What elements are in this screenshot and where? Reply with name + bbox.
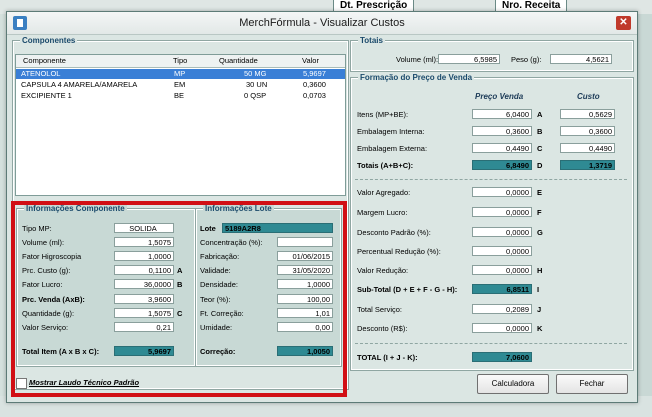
totais-volume-label: Volume (ml): bbox=[396, 55, 439, 64]
subtotal-field[interactable]: 6,8511 bbox=[472, 284, 532, 294]
col-tipo[interactable]: Tipo bbox=[173, 56, 187, 65]
list-item[interactable]: ATENOLOL MP 50 MG 5,9697 bbox=[16, 69, 345, 79]
letter-e: E bbox=[537, 188, 543, 197]
window-title: MerchFórmula - Visualizar Custos bbox=[239, 17, 405, 29]
title-bar[interactable]: MerchFórmula - Visualizar Custos ✕ bbox=[7, 12, 637, 35]
componentes-title: Componentes bbox=[20, 36, 78, 45]
valor-reducao-field[interactable]: 0,0000 bbox=[472, 265, 532, 275]
row-quantidade: 50 MG bbox=[244, 69, 267, 78]
col-valor[interactable]: Valor bbox=[302, 56, 319, 65]
visualizar-custos-dialog: MerchFórmula - Visualizar Custos ✕ Compo… bbox=[6, 11, 638, 403]
totais-abc-custo-field[interactable]: 1,3719 bbox=[560, 160, 615, 170]
total-final-field[interactable]: 7,0600 bbox=[472, 352, 532, 362]
totais-title: Totais bbox=[358, 36, 385, 45]
row-componente: ATENOLOL bbox=[21, 69, 61, 78]
background-right-panel bbox=[636, 14, 652, 417]
letter-c: C bbox=[537, 144, 543, 153]
row-componente: CAPSULA 4 AMARELA/AMARELA bbox=[21, 80, 138, 89]
emb-interna-custo-field[interactable]: 0,3600 bbox=[560, 126, 615, 136]
desconto-rs-label: Desconto (R$): bbox=[357, 324, 408, 333]
letter-g: G bbox=[537, 228, 543, 237]
row-quantidade: 30 UN bbox=[246, 80, 268, 89]
totais-peso-field[interactable]: 4,5621 bbox=[550, 54, 612, 64]
letter-k: K bbox=[537, 324, 543, 333]
emb-externa-venda-field[interactable]: 0,4490 bbox=[472, 143, 532, 153]
row-tipo: BE bbox=[174, 91, 185, 100]
itens-label: Itens (MP+BE): bbox=[357, 110, 409, 119]
emb-externa-label: Embalagem Externa: bbox=[357, 144, 428, 153]
laudo-label[interactable]: Mostrar Laudo Técnico Padrão bbox=[29, 378, 139, 387]
total-final-label: TOTAL (I + J - K): bbox=[357, 353, 418, 362]
list-item[interactable]: CAPSULA 4 AMARELA/AMARELA EM 30 UN 0,360… bbox=[16, 80, 345, 90]
list-header: Componente Tipo Quantidade Valor bbox=[16, 55, 345, 68]
row-valor: 5,9697 bbox=[303, 69, 326, 78]
letter-j: J bbox=[537, 305, 542, 314]
subtotal-label: Sub-Total (D + E + F - G - H): bbox=[357, 285, 458, 294]
total-servico-field[interactable]: 0,2089 bbox=[472, 304, 532, 314]
letter-i: I bbox=[537, 285, 540, 294]
row-tipo: MP bbox=[174, 69, 186, 78]
section-divider bbox=[355, 343, 627, 344]
totais-abc-venda-field[interactable]: 6,8490 bbox=[472, 160, 532, 170]
desconto-rs-field[interactable]: 0,0000 bbox=[472, 323, 532, 333]
highlight-box bbox=[11, 201, 347, 397]
row-valor: 0,3600 bbox=[303, 80, 326, 89]
laudo-checkbox[interactable] bbox=[16, 378, 27, 389]
row-tipo: EM bbox=[174, 80, 186, 89]
close-button[interactable]: ✕ bbox=[616, 16, 631, 30]
valor-agregado-label: Valor Agregado: bbox=[357, 188, 411, 197]
emb-interna-venda-field[interactable]: 0,3600 bbox=[472, 126, 532, 136]
col-custo: Custo bbox=[577, 92, 600, 101]
total-servico-label: Total Serviço: bbox=[357, 305, 403, 314]
list-item[interactable]: EXCIPIENTE 1 BE 0 QSP 0,0703 bbox=[16, 91, 345, 101]
valor-reducao-label: Valor Redução: bbox=[357, 266, 409, 275]
itens-custo-field[interactable]: 0,5629 bbox=[560, 109, 615, 119]
emb-externa-custo-field[interactable]: 0,4490 bbox=[560, 143, 615, 153]
calculadora-button[interactable]: Calculadora bbox=[477, 374, 549, 394]
desconto-padrao-label: Desconto Padrão (%): bbox=[357, 228, 431, 237]
percentual-reducao-label: Percentual Redução (%): bbox=[357, 247, 441, 256]
totais-peso-label: Peso (g): bbox=[511, 55, 542, 64]
letter-b: B bbox=[537, 127, 543, 136]
totais-abc-label: Totais (A+B+C): bbox=[357, 161, 414, 170]
emb-interna-label: Embalagem Interna: bbox=[357, 127, 425, 136]
itens-venda-field[interactable]: 6,0400 bbox=[472, 109, 532, 119]
letter-a: A bbox=[537, 110, 543, 119]
col-componente[interactable]: Componente bbox=[23, 56, 66, 65]
percentual-reducao-field[interactable]: 0,0000 bbox=[472, 246, 532, 256]
letter-d: D bbox=[537, 161, 543, 170]
row-quantidade: 0 QSP bbox=[244, 91, 267, 100]
letter-h: H bbox=[537, 266, 543, 275]
col-preco-venda: Preço Venda bbox=[475, 92, 524, 101]
margem-lucro-field[interactable]: 0,0000 bbox=[472, 207, 532, 217]
desconto-padrao-field[interactable]: 0,0000 bbox=[472, 227, 532, 237]
fechar-button[interactable]: Fechar bbox=[556, 374, 628, 394]
valor-agregado-field[interactable]: 0,0000 bbox=[472, 187, 532, 197]
margem-lucro-label: Margem Lucro: bbox=[357, 208, 408, 217]
row-componente: EXCIPIENTE 1 bbox=[21, 91, 72, 100]
totais-volume-field[interactable]: 6,5985 bbox=[438, 54, 500, 64]
formacao-title: Formação do Preço de Venda bbox=[358, 73, 475, 82]
row-valor: 0,0703 bbox=[303, 91, 326, 100]
section-divider bbox=[355, 179, 627, 180]
componentes-list[interactable]: Componente Tipo Quantidade Valor ATENOLO… bbox=[15, 54, 346, 196]
col-quantidade[interactable]: Quantidade bbox=[219, 56, 258, 65]
letter-f: F bbox=[537, 208, 542, 217]
